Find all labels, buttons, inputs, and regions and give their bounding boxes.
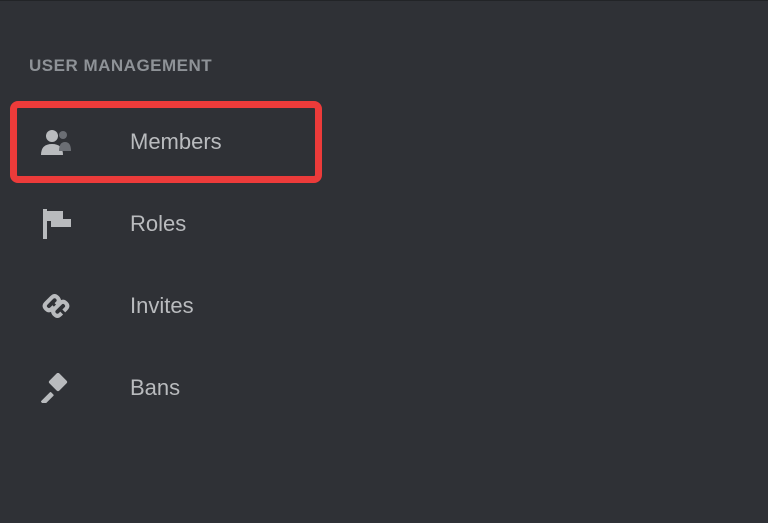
sidebar-item-roles[interactable]: Roles xyxy=(10,183,322,265)
sidebar-item-bans[interactable]: Bans xyxy=(10,347,322,429)
link-icon xyxy=(40,290,72,322)
hammer-icon xyxy=(40,372,72,404)
menu-label-invites: Invites xyxy=(130,293,194,319)
menu-label-roles: Roles xyxy=(130,211,186,237)
sidebar-item-invites[interactable]: Invites xyxy=(10,265,322,347)
menu-label-members: Members xyxy=(130,129,222,155)
section-header: USER MANAGEMENT xyxy=(0,1,768,101)
sidebar-item-members[interactable]: Members xyxy=(10,101,322,183)
members-icon xyxy=(40,126,72,158)
flag-icon xyxy=(40,208,72,240)
sidebar: USER MANAGEMENT Members Roles xyxy=(0,1,768,429)
menu-label-bans: Bans xyxy=(130,375,180,401)
